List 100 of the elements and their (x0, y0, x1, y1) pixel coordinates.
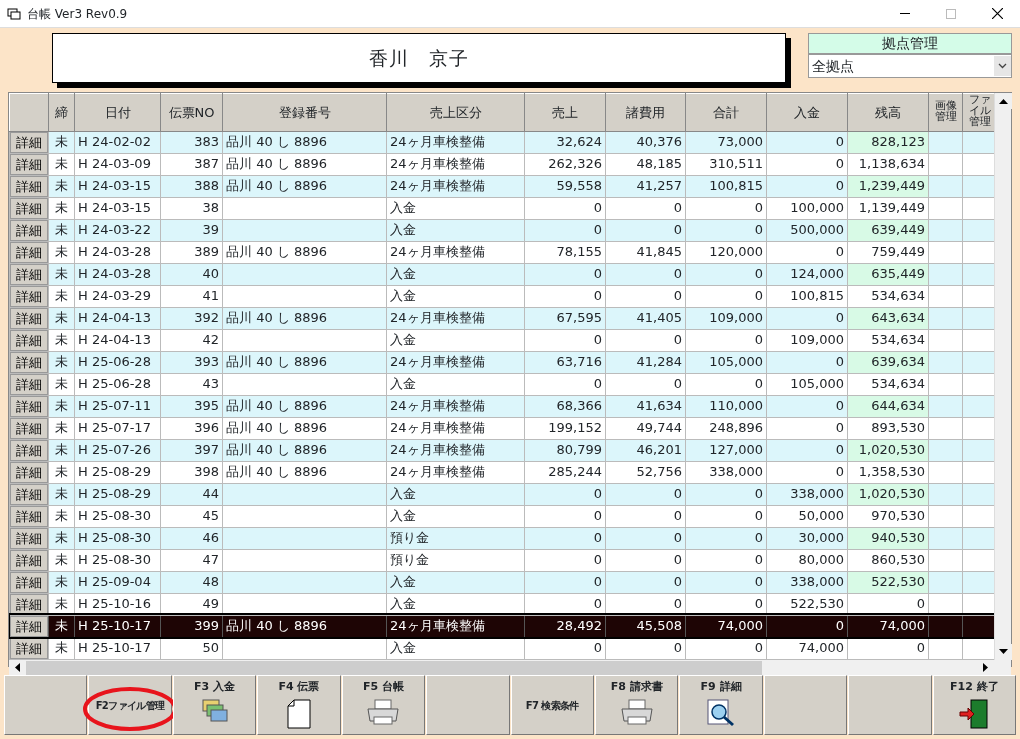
column-header: 登録番号 (222, 93, 387, 131)
table-cell: 759,449 (847, 241, 929, 263)
detail-button[interactable]: 詳細 (10, 242, 48, 262)
table-cell: 0 (524, 329, 606, 351)
detail-button[interactable]: 詳細 (10, 264, 48, 284)
table-cell: 0 (605, 637, 686, 659)
table-cell: 0 (524, 549, 606, 571)
table-cell: H 25-10-17 (74, 637, 161, 659)
table-cell: 品川 40 し 8896 (222, 131, 387, 153)
key-label: F8 請求書 (610, 679, 663, 695)
table-cell: H 24-03-28 (74, 241, 161, 263)
close-icon[interactable] (991, 8, 1003, 19)
table-cell: 未 (48, 637, 75, 659)
table-cell: 24ヶ月車検整備 (386, 615, 525, 637)
detail-button[interactable]: 詳細 (10, 220, 48, 240)
table-cell: 品川 40 し 8896 (222, 175, 387, 197)
table-cell: 24ヶ月車検整備 (386, 461, 525, 483)
function-key[interactable] (763, 675, 848, 735)
detail-button[interactable]: 詳細 (10, 528, 48, 548)
detail-button[interactable]: 詳細 (10, 330, 48, 350)
table-cell: 品川 40 し 8896 (222, 351, 387, 373)
key-label: F12 終了 (950, 679, 999, 695)
function-key[interactable]: F12 終了 (932, 675, 1017, 735)
scroll-left-icon[interactable] (15, 663, 20, 672)
key-label: F9 詳細 (700, 679, 742, 695)
table-cell: 入金 (386, 373, 525, 395)
detail-button[interactable]: 詳細 (10, 154, 48, 174)
table-cell: 24ヶ月車検整備 (386, 241, 525, 263)
table-cell: 74,000 (766, 637, 848, 659)
detail-button[interactable]: 詳細 (10, 418, 48, 438)
table-cell: 入金 (386, 219, 525, 241)
table-cell: 0 (524, 373, 606, 395)
table-cell: 未 (48, 153, 75, 175)
function-key[interactable] (848, 675, 932, 735)
function-key[interactable]: F7 検索条件 (510, 675, 594, 735)
function-key[interactable]: F5 台帳 (341, 675, 426, 735)
scroll-right-icon[interactable] (983, 663, 988, 672)
table-cell: 398 (160, 461, 223, 483)
detail-button[interactable]: 詳細 (10, 506, 48, 526)
table-cell: 389 (160, 241, 223, 263)
table-cell: H 25-08-29 (74, 461, 161, 483)
detail-button[interactable]: 詳細 (10, 616, 48, 636)
detail-button[interactable]: 詳細 (10, 352, 48, 372)
table-cell: 45 (160, 505, 223, 527)
table-cell: H 25-08-30 (74, 549, 161, 571)
table-cell: 入金 (386, 197, 525, 219)
table-cell: 0 (605, 373, 686, 395)
table-cell: 0 (605, 197, 686, 219)
table-cell: 0 (685, 197, 767, 219)
detail-button[interactable]: 詳細 (10, 286, 48, 306)
function-key[interactable] (426, 675, 510, 735)
detail-button[interactable]: 詳細 (10, 198, 48, 218)
function-key[interactable]: F3 入金 (172, 675, 257, 735)
table-cell: 24ヶ月車検整備 (386, 175, 525, 197)
table-cell: 0 (685, 505, 767, 527)
table-cell: 396 (160, 417, 223, 439)
function-key[interactable]: F8 請求書 (594, 675, 679, 735)
vertical-scrollbar[interactable] (994, 93, 1011, 660)
branch-label: 拠点管理 (808, 33, 1012, 54)
table-cell: 未 (48, 505, 75, 527)
detail-button[interactable]: 詳細 (10, 132, 48, 152)
branch-dropdown[interactable]: 全拠点 (808, 54, 1012, 78)
table-cell: H 24-04-13 (74, 329, 161, 351)
selected-row[interactable]: 詳細 未 H 25-10-17 399 品川 40 し 8896 24ヶ月車検整備 28,492 45,508 74,000 0 74,000 (9, 615, 994, 637)
detail-button[interactable]: 詳細 (10, 396, 48, 416)
table-cell: 100,815 (766, 285, 848, 307)
table-cell: 0 (766, 417, 848, 439)
detail-button[interactable]: 詳細 (10, 594, 48, 614)
table-cell: 入金 (386, 483, 525, 505)
key-label: F3 入金 (194, 679, 236, 695)
table-cell: 80,000 (766, 549, 848, 571)
function-key[interactable]: F4 伝票 (257, 675, 341, 735)
table-cell: 50,000 (766, 505, 848, 527)
table-cell: H 24-03-29 (74, 285, 161, 307)
detail-button[interactable]: 詳細 (10, 462, 48, 482)
detail-button[interactable]: 詳細 (10, 550, 48, 570)
table-cell: H 25-07-17 (74, 417, 161, 439)
table-cell: 24ヶ月車検整備 (386, 153, 525, 175)
function-key[interactable]: F9 詳細 (679, 675, 763, 735)
table-cell: 78,155 (524, 241, 606, 263)
function-key[interactable] (4, 675, 88, 735)
table-cell: 入金 (386, 505, 525, 527)
detail-button[interactable]: 詳細 (10, 572, 48, 592)
table-cell: 534,634 (847, 373, 929, 395)
column-header: 画像管理 (928, 93, 963, 131)
table-cell: 預り金 (386, 527, 525, 549)
scroll-down-icon[interactable] (999, 649, 1008, 654)
scroll-up-icon[interactable] (999, 98, 1008, 104)
table-cell: 24ヶ月車検整備 (386, 307, 525, 329)
detail-button[interactable]: 詳細 (10, 176, 48, 196)
detail-button[interactable]: 詳細 (10, 308, 48, 328)
detail-button[interactable]: 詳細 (10, 440, 48, 460)
detail-button[interactable]: 詳細 (10, 374, 48, 394)
detail-button[interactable]: 詳細 (10, 638, 48, 658)
table-cell: 49 (160, 593, 223, 615)
detail-button[interactable]: 詳細 (10, 484, 48, 504)
table-cell: 未 (48, 241, 75, 263)
table-cell: 品川 40 し 8896 (222, 417, 387, 439)
table-cell: 24ヶ月車検整備 (386, 417, 525, 439)
table-cell: 24ヶ月車検整備 (386, 351, 525, 373)
